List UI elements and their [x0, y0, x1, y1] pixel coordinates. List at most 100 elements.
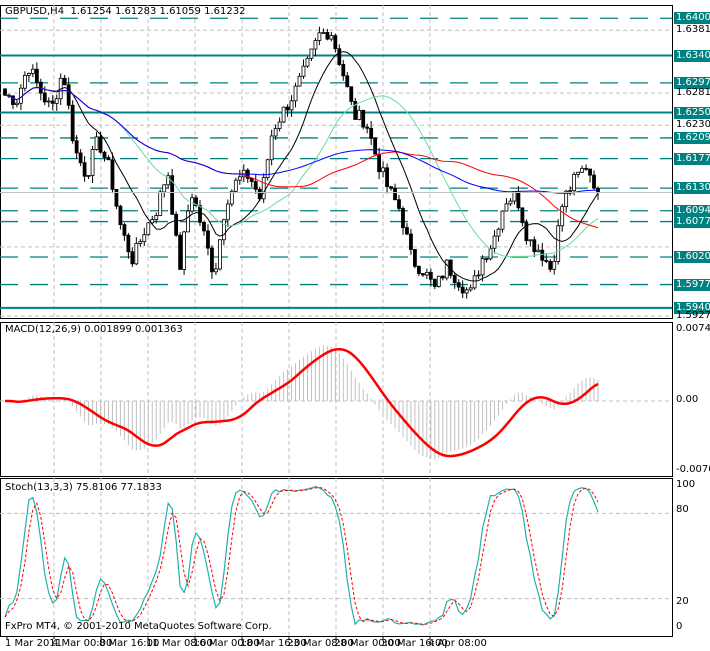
candle	[444, 259, 449, 281]
candle-body	[389, 186, 393, 189]
copyright-text: FxPro MT4, © 2001-2010 MetaQuotes Softwa…	[5, 621, 272, 632]
candle-body	[317, 32, 322, 41]
candle-body	[341, 64, 346, 77]
candle-body	[536, 249, 541, 253]
candle-body	[22, 74, 27, 89]
candle-body	[174, 213, 179, 236]
candle	[142, 227, 147, 246]
candle	[166, 172, 171, 189]
candle-body	[484, 258, 489, 261]
candle	[237, 169, 242, 185]
candle	[476, 270, 481, 280]
candle	[293, 82, 298, 108]
candle	[592, 170, 596, 191]
candle	[580, 165, 584, 173]
candle	[576, 171, 581, 178]
candle	[436, 275, 441, 288]
candle	[361, 109, 366, 130]
candle-body	[365, 126, 370, 129]
candle	[548, 259, 553, 273]
candle-body	[94, 136, 99, 150]
candle	[62, 74, 67, 86]
candle	[337, 44, 342, 67]
candle	[122, 222, 127, 241]
candle-body	[313, 40, 318, 50]
candle	[46, 97, 51, 108]
candle-body	[409, 233, 413, 250]
price-panel-header: GBPUSD,H4 1.61254 1.61283 1.61059 1.6123…	[5, 6, 245, 18]
candle-body	[357, 109, 362, 120]
candle	[524, 219, 529, 245]
candle	[420, 273, 425, 277]
candle-body	[345, 75, 350, 88]
candle-body	[556, 225, 561, 262]
candle	[373, 137, 378, 155]
candle	[377, 147, 382, 180]
price-axis-label: 1.63815	[676, 23, 710, 35]
candle-body	[405, 227, 409, 235]
candle	[206, 224, 210, 256]
candle	[309, 48, 314, 61]
candle	[297, 72, 302, 87]
candle-body	[289, 100, 294, 111]
candle-body	[476, 274, 481, 277]
candle-body	[428, 271, 433, 280]
candle-body	[178, 234, 183, 270]
candle	[560, 203, 565, 232]
candle	[277, 117, 282, 132]
candle	[178, 232, 183, 270]
candle-body	[305, 57, 310, 67]
candle-body	[162, 184, 167, 193]
candle	[15, 99, 19, 108]
candle	[305, 56, 310, 69]
candle	[265, 158, 270, 181]
candle-body	[385, 167, 389, 187]
candle	[413, 249, 417, 269]
candle-body	[142, 234, 147, 243]
candle	[325, 28, 330, 41]
candle-body	[130, 251, 135, 265]
candle	[432, 278, 437, 290]
candle	[281, 106, 286, 124]
price-axis-label: 1.60771	[674, 215, 710, 228]
candle-body	[472, 275, 477, 289]
candle	[520, 207, 525, 227]
candle-body	[560, 206, 565, 227]
candle	[329, 31, 334, 42]
candle-body	[413, 249, 417, 267]
candle	[341, 60, 346, 81]
macd-signal-line	[5, 347, 599, 458]
candle-body	[504, 203, 509, 212]
candle-body	[496, 228, 501, 237]
low-value: 1.61059	[159, 6, 201, 17]
candle	[218, 239, 222, 271]
candle-body	[237, 176, 242, 181]
candle-body	[528, 239, 533, 242]
candle	[245, 168, 250, 183]
candle-body	[110, 159, 115, 190]
candle	[357, 105, 362, 121]
candle-body	[229, 190, 234, 205]
candle-body	[361, 109, 366, 128]
price-axis-label: 1.62810	[676, 87, 710, 99]
candle-body	[186, 210, 190, 233]
price-axis-label: 1.62300	[676, 119, 710, 131]
candle	[94, 131, 99, 151]
candle-body	[50, 100, 55, 104]
candle	[496, 227, 501, 242]
candle-body	[568, 190, 573, 193]
candle-body	[293, 85, 298, 102]
price-axis-label: 1.62503	[674, 106, 710, 119]
candle-body	[337, 48, 342, 65]
candle-body	[452, 274, 457, 284]
candle	[385, 163, 389, 194]
macd-tick-zero: 0.00	[676, 394, 699, 405]
symbol-timeframe: GBPUSD,H4	[5, 6, 65, 17]
candle	[317, 26, 322, 46]
macd-title: MACD(12,26,9) 0.001899 0.001363	[5, 324, 183, 335]
candle	[82, 156, 87, 182]
candle	[424, 268, 429, 279]
candle	[86, 175, 91, 180]
candle	[34, 62, 39, 88]
candle	[417, 265, 421, 277]
